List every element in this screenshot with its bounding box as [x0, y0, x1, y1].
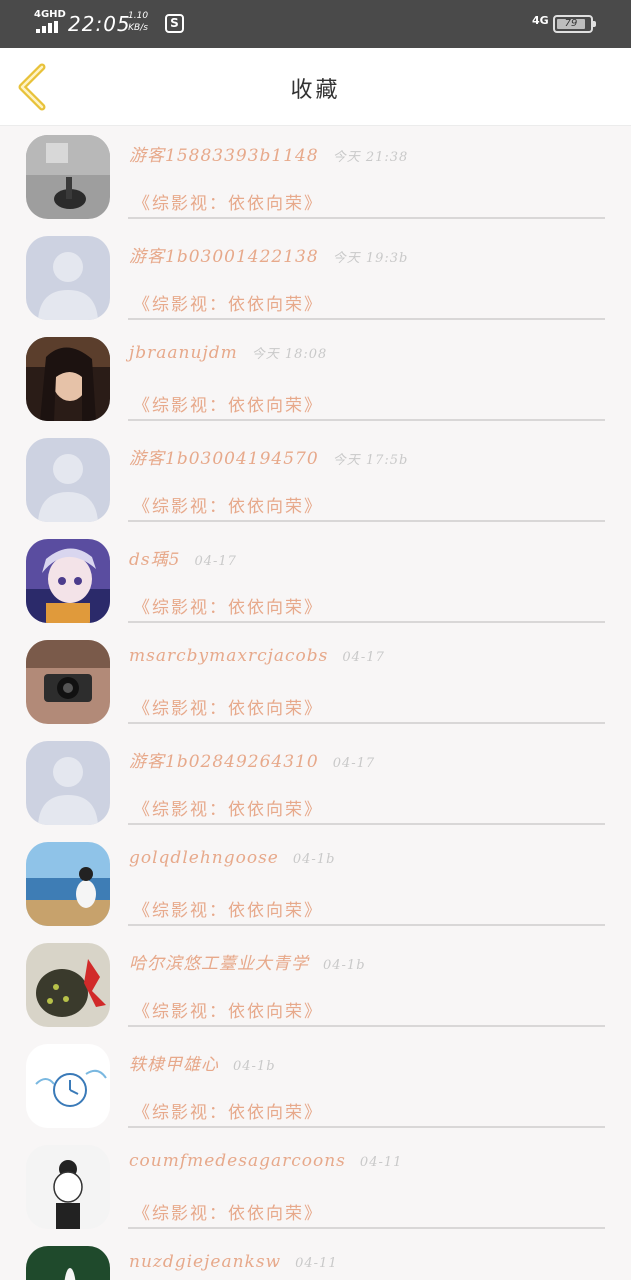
favorite-item[interactable]: 游客1b02849264310 04-17 《综影视：依依向荣》 — [0, 733, 631, 834]
page-title: 收藏 — [290, 78, 341, 103]
avatar[interactable] — [26, 135, 110, 219]
favorite-title[interactable]: 《综影视：依依向荣》 — [133, 189, 323, 214]
favorite-title[interactable]: 《综影视：依依向荣》 — [133, 795, 323, 820]
item-header: coumfmedesagarcoons 04-11 — [129, 1151, 402, 1171]
favorite-title[interactable]: 《综影视：依依向荣》 — [133, 391, 323, 416]
favorite-item[interactable]: coumfmedesagarcoons 04-11 《综影视：依依向荣》 — [0, 1137, 631, 1238]
battery-level: 79 — [557, 19, 585, 29]
username[interactable]: msarcbymaxrcjacobs — [129, 646, 328, 666]
timestamp: 04-1b — [292, 852, 336, 867]
avatar[interactable] — [26, 842, 110, 926]
username[interactable]: ds瑀5 — [129, 550, 180, 570]
timestamp: 04-17 — [332, 756, 376, 771]
timestamp: 04-1b — [323, 958, 366, 973]
favorite-item[interactable]: ds瑀5 04-17 《综影视：依依向荣》 — [0, 531, 631, 632]
divider — [128, 1126, 605, 1128]
avatar[interactable] — [26, 337, 110, 421]
avatar[interactable] — [26, 1145, 110, 1229]
network-speed-value: 1.10 — [128, 11, 149, 21]
item-header: 哈尔滨悠工薹业大青学 04-1b — [129, 949, 366, 974]
username[interactable]: coumfmedesagarcoons — [129, 1151, 346, 1171]
username[interactable]: jbraanujdm — [129, 343, 238, 363]
favorite-item[interactable]: 轶棣甲雄心 04-1b 《综影视：依依向荣》 — [0, 1036, 631, 1137]
username[interactable]: nuzdgiejeanksw — [129, 1252, 281, 1272]
favorite-title[interactable]: 《综影视：依依向荣》 — [133, 593, 323, 618]
favorite-item[interactable]: golqdlehngoose 04-1b 《综影视：依依向荣》 — [0, 834, 631, 935]
username[interactable]: 游客15883393b1148 — [129, 146, 319, 166]
username[interactable]: 游客1b02849264310 — [129, 752, 319, 772]
item-header: nuzdgiejeanksw 04-11 — [129, 1252, 338, 1272]
divider — [128, 722, 605, 724]
item-header: 游客1b03001422138 今天 19:3b — [129, 242, 408, 267]
username[interactable]: 游客1b03004194570 — [129, 449, 319, 469]
divider — [128, 520, 605, 522]
favorite-item[interactable]: jbraanujdm 今天 18:08 《综影视：依依向荣》 — [0, 329, 631, 430]
item-header: 游客1b03004194570 今天 17:5b — [129, 444, 408, 469]
avatar[interactable] — [26, 1044, 110, 1128]
timestamp: 今天 21:38 — [332, 150, 409, 165]
item-header: golqdlehngoose 04-1b — [129, 848, 335, 868]
favorite-title[interactable]: 《综影视：依依向荣》 — [133, 896, 323, 921]
divider — [128, 1227, 605, 1229]
timestamp: 今天 19:3b — [332, 251, 409, 266]
avatar[interactable] — [26, 539, 110, 623]
nav-bar: 收藏 — [0, 48, 631, 126]
item-header: ds瑀5 04-17 — [129, 545, 237, 570]
divider — [128, 318, 605, 320]
favorite-item[interactable]: 哈尔滨悠工薹业大青学 04-1b 《综影视：依依向荣》 — [0, 935, 631, 1036]
avatar[interactable] — [26, 438, 110, 522]
favorite-item[interactable]: nuzdgiejeanksw 04-11 — [0, 1238, 631, 1280]
timestamp: 04-11 — [295, 1256, 338, 1271]
favorite-item[interactable]: 游客15883393b1148 今天 21:38 《综影视：依依向荣》 — [0, 127, 631, 228]
item-header: 游客1b02849264310 04-17 — [129, 747, 375, 772]
timestamp: 04-17 — [194, 554, 237, 569]
divider — [128, 924, 605, 926]
divider — [128, 419, 605, 421]
network-type-right: 4G — [532, 14, 549, 27]
battery-icon: 79 — [553, 15, 596, 33]
app-notification-icon: S — [165, 14, 184, 33]
username[interactable]: 哈尔滨悠工薹业大青学 — [129, 954, 309, 974]
favorites-list: 游客15883393b1148 今天 21:38 《综影视：依依向荣》 游客1b030… — [0, 127, 631, 1280]
item-header: jbraanujdm 今天 18:08 — [129, 343, 327, 363]
favorite-title[interactable]: 《综影视：依依向荣》 — [133, 1098, 323, 1123]
favorite-title[interactable]: 《综影视：依依向荣》 — [133, 1199, 323, 1224]
network-type: 4GHD — [34, 9, 66, 20]
avatar[interactable] — [26, 640, 110, 724]
favorite-item[interactable]: 游客1b03001422138 今天 19:3b 《综影视：依依向荣》 — [0, 228, 631, 329]
avatar[interactable] — [26, 741, 110, 825]
network-speed-unit: KB/s — [128, 23, 148, 33]
username[interactable]: 游客1b03001422138 — [129, 247, 319, 267]
timestamp: 今天 17:5b — [332, 453, 409, 468]
timestamp: 今天 18:08 — [251, 347, 328, 362]
favorite-title[interactable]: 《综影视：依依向荣》 — [133, 694, 323, 719]
timestamp: 04-17 — [342, 650, 385, 665]
username[interactable]: 轶棣甲雄心 — [129, 1055, 219, 1075]
timestamp: 04-11 — [359, 1155, 403, 1170]
signal-icon — [36, 21, 62, 33]
divider — [128, 217, 605, 219]
favorite-item[interactable]: 游客1b03004194570 今天 17:5b 《综影视：依依向荣》 — [0, 430, 631, 531]
divider — [128, 1025, 605, 1027]
avatar[interactable] — [26, 943, 110, 1027]
avatar[interactable] — [26, 236, 110, 320]
timestamp: 04-1b — [233, 1059, 276, 1074]
favorite-title[interactable]: 《综影视：依依向荣》 — [133, 492, 323, 517]
divider — [128, 823, 605, 825]
favorite-item[interactable]: msarcbymaxrcjacobs 04-17 《综影视：依依向荣》 — [0, 632, 631, 733]
divider — [128, 621, 605, 623]
avatar[interactable] — [26, 1246, 110, 1280]
username[interactable]: golqdlehngoose — [129, 848, 279, 868]
item-header: 游客15883393b1148 今天 21:38 — [129, 141, 408, 166]
favorite-title[interactable]: 《综影视：依依向荣》 — [133, 997, 323, 1022]
status-time: 22:05 — [68, 12, 131, 36]
network-speed: 1.10 KB/s — [128, 10, 148, 34]
status-bar: 4GHD 22:05 1.10 KB/s S 4G 79 — [0, 0, 631, 48]
item-header: 轶棣甲雄心 04-1b — [129, 1050, 276, 1075]
favorite-title[interactable]: 《综影视：依依向荣》 — [133, 290, 323, 315]
item-header: msarcbymaxrcjacobs 04-17 — [129, 646, 385, 666]
